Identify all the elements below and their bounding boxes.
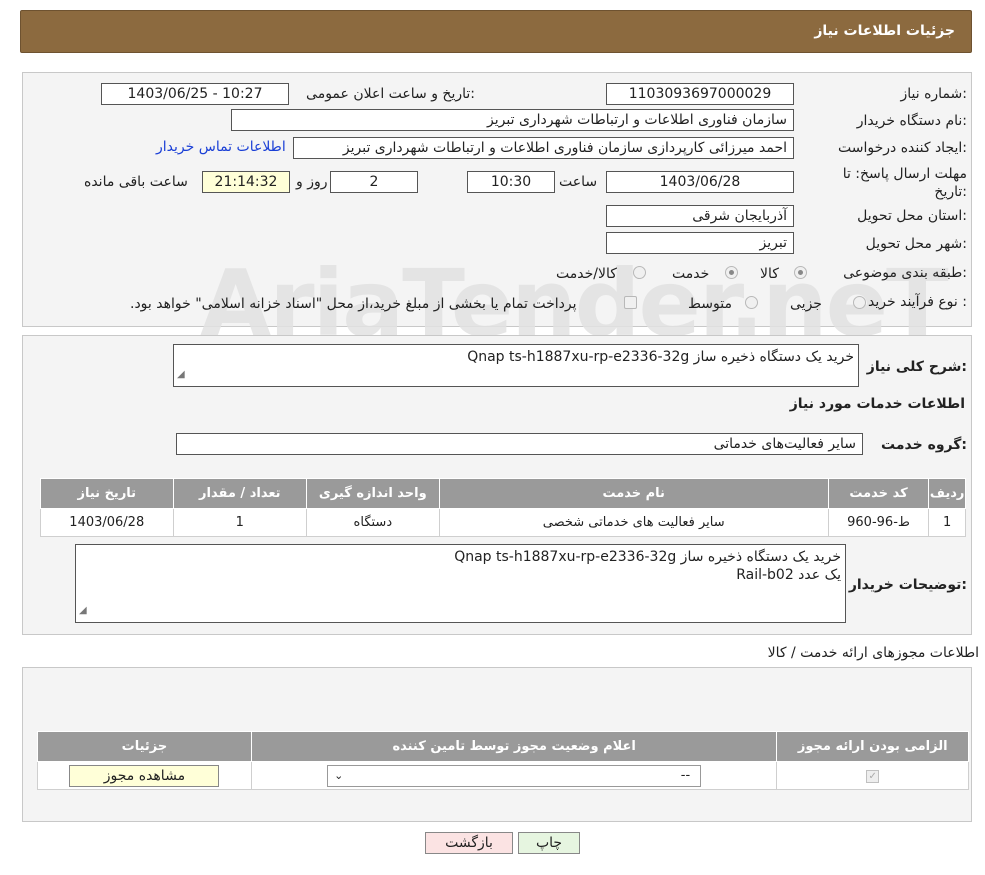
city-field: تبریز <box>606 232 794 254</box>
category-radio-goods[interactable] <box>794 266 807 279</box>
process-radio-partial[interactable] <box>853 296 866 309</box>
need-number-label: شماره نیاز: <box>900 86 967 102</box>
permit-required-checkbox: ✓ <box>866 770 880 783</box>
permits-table-header: الزامی بودن ارائه مجوز اعلام وضعیت مجوز … <box>37 731 969 762</box>
col-need-date: تاریخ نیاز <box>40 478 174 509</box>
col-permit-required: الزامی بودن ارائه مجوز <box>776 731 969 762</box>
province-field: آذربایجان شرقی <box>606 205 794 227</box>
announce-date-field: 1403/06/25 - 10:27 <box>101 83 289 105</box>
days-label: روز و <box>296 174 328 190</box>
services-table: ردیف کد خدمت نام خدمت واحد اندازه گیری ت… <box>40 478 966 537</box>
process-label: نوع فرآیند خرید : <box>868 294 967 310</box>
col-unit: واحد اندازه گیری <box>306 478 440 509</box>
buyer-notes-line1: خرید یک دستگاه ذخیره ساز Qnap ts-h1887xu… <box>454 549 841 565</box>
buyer-org-field: سازمان فناوری اطلاعات و ارتباطات شهرداری… <box>231 109 794 131</box>
summary-text: خرید یک دستگاه ذخیره ساز Qnap ts-h1887xu… <box>467 349 854 365</box>
buyer-notes-line2: یک عدد Rail-b02 <box>736 567 841 583</box>
print-button[interactable]: چاپ <box>518 832 580 854</box>
creator-label: ایجاد کننده درخواست: <box>838 140 967 156</box>
permit-status-select[interactable]: ⌄ -- <box>327 764 702 787</box>
category-label: طبقه بندی موضوعی: <box>843 265 967 281</box>
services-section-title: اطلاعات خدمات مورد نیاز <box>789 396 965 412</box>
summary-textarea[interactable]: خرید یک دستگاه ذخیره ساز Qnap ts-h1887xu… <box>173 344 859 387</box>
cell-service-code: ط-96-960 <box>827 508 930 537</box>
remaining-time-field: 21:14:32 <box>202 171 290 193</box>
back-button[interactable]: بازگشت <box>425 832 513 854</box>
col-quantity: تعداد / مقدار <box>172 478 308 509</box>
services-table-header: ردیف کد خدمت نام خدمت واحد اندازه گیری ت… <box>40 478 966 509</box>
col-row: ردیف <box>928 478 966 509</box>
deadline-date-field: 1403/06/28 <box>606 171 794 193</box>
view-permit-button[interactable]: مشاهده مجوز <box>69 764 220 787</box>
category-radio-service[interactable] <box>725 266 738 279</box>
summary-label: شرح کلی نیاز: <box>866 359 967 375</box>
cell-permit-details: مشاهده مجوز <box>37 761 252 790</box>
cell-quantity: 1 <box>172 508 308 537</box>
deadline-time-field: 10:30 <box>467 171 555 193</box>
page-title: جزئیات اطلاعات نیاز <box>814 23 955 39</box>
process-option-partial: جزیی <box>790 296 822 312</box>
buyer-contact-link[interactable]: اطلاعات تماس خریدار <box>156 139 286 155</box>
cell-unit: دستگاه <box>306 508 440 537</box>
buyer-notes-textarea[interactable]: خرید یک دستگاه ذخیره ساز Qnap ts-h1887xu… <box>75 544 846 623</box>
creator-field: احمد میرزائی کارپردازی سازمان فناوری اطل… <box>293 137 794 159</box>
process-radio-medium[interactable] <box>745 296 758 309</box>
service-group-label: گروه خدمت: <box>881 437 967 453</box>
days-field: 2 <box>330 171 418 193</box>
permits-table: الزامی بودن ارائه مجوز اعلام وضعیت مجوز … <box>37 731 969 790</box>
category-option-service: خدمت <box>672 266 710 282</box>
col-permit-status: اعلام وضعیت مجوز توسط تامین کننده <box>250 731 778 762</box>
deadline-label: مهلت ارسال پاسخ: تا تاریخ: <box>842 166 967 200</box>
cell-service-name: سایر فعالیت های خدماتی شخصی <box>438 508 829 537</box>
page-header: جزئیات اطلاعات نیاز <box>20 10 972 53</box>
buyer-notes-label: توضیحات خریدار: <box>848 577 967 593</box>
table-row: 1 ط-96-960 سایر فعالیت های خدماتی شخصی د… <box>40 508 966 537</box>
category-radio-both[interactable] <box>633 266 646 279</box>
process-option-medium: متوسط <box>688 296 732 312</box>
category-option-both: کالا/خدمت <box>556 266 617 282</box>
announce-date-label: تاریخ و ساعت اعلان عمومی: <box>306 86 475 102</box>
buyer-org-label: نام دستگاه خریدار: <box>856 113 967 129</box>
deadline-time-label: ساعت <box>559 174 598 190</box>
resize-grip-icon[interactable]: ◢ <box>177 366 185 384</box>
permit-status-value: -- <box>680 768 691 783</box>
province-label: استان محل تحویل: <box>857 208 967 224</box>
treasury-checkbox[interactable] <box>624 296 637 309</box>
table-row: ✓ ⌄ -- مشاهده مجوز <box>37 761 969 790</box>
category-option-goods: کالا <box>760 266 779 282</box>
permits-section-title: اطلاعات مجوزهای ارائه خدمت / کالا <box>767 645 979 661</box>
resize-grip-icon[interactable]: ◢ <box>79 602 87 620</box>
col-permit-details: جزئیات <box>37 731 252 762</box>
cell-permit-status: ⌄ -- <box>250 761 778 790</box>
chevron-down-icon: ⌄ <box>334 769 344 782</box>
cell-need-date: 1403/06/28 <box>40 508 174 537</box>
col-service-name: نام خدمت <box>438 478 829 509</box>
col-service-code: کد خدمت <box>827 478 930 509</box>
need-number-field: 1103093697000029 <box>606 83 794 105</box>
service-group-field: سایر فعالیت‌های خدماتی <box>176 433 863 455</box>
city-label: شهر محل تحویل: <box>865 236 967 252</box>
cell-row: 1 <box>928 508 966 537</box>
remaining-time-label: ساعت باقی مانده <box>84 174 188 190</box>
cell-permit-required: ✓ <box>776 761 969 790</box>
payment-note: پرداخت تمام یا بخشی از مبلغ خرید،از محل … <box>130 296 577 312</box>
